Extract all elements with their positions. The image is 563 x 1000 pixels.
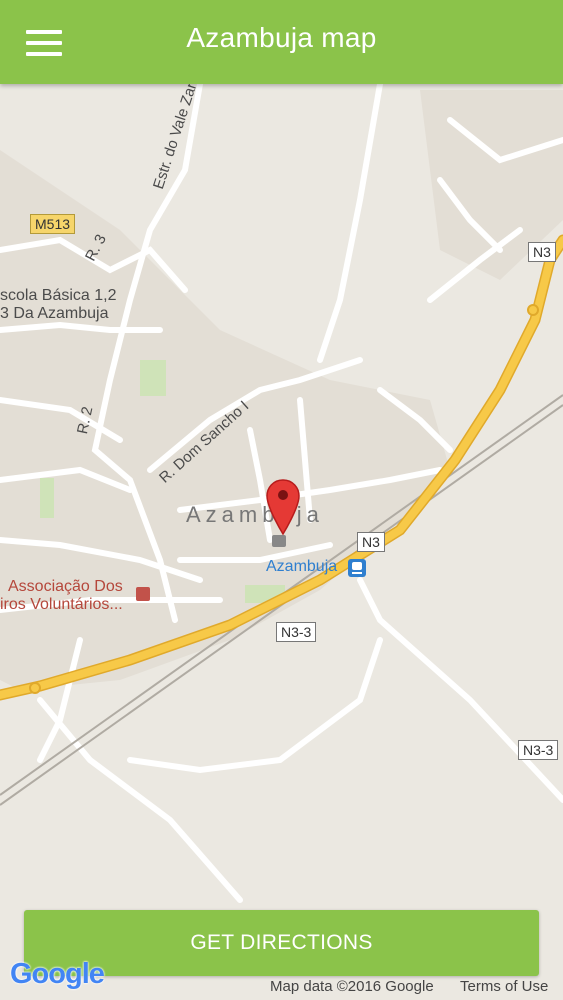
app-bar: Azambuja map (0, 0, 563, 84)
train-station-icon[interactable] (348, 559, 366, 577)
map-data-attribution: Map data ©2016 Google (270, 978, 434, 995)
terms-of-use-link[interactable]: Terms of Use (460, 978, 548, 995)
map-view[interactable]: Estr. do Vale Zar R. 3 R. 2 R. Dom Sanch… (0, 84, 563, 1000)
location-pin-icon[interactable] (265, 478, 301, 538)
google-logo: Google (10, 958, 105, 990)
poi-school-line2: 3 Da Azambuja (0, 305, 109, 322)
page-title: Azambuja map (186, 22, 377, 53)
fire-station-icon[interactable] (136, 587, 150, 601)
road-shield-n3-top: N3 (528, 242, 556, 262)
road-shield-m513: M513 (30, 214, 76, 234)
station-label: Azambuja (266, 558, 338, 575)
road-shield-n3-mid: N3 (357, 532, 385, 552)
road-shield-n3-3-right: N3-3 (518, 740, 559, 760)
town-label: Azambuja (186, 502, 324, 527)
poi-assoc-line1: Associação Dos (8, 578, 123, 595)
poi-school-line1: scola Básica 1,2 (0, 287, 117, 304)
poi-assoc-line2: iros Voluntários... (0, 596, 123, 613)
road-shield-n3-3-mid: N3-3 (276, 622, 317, 642)
